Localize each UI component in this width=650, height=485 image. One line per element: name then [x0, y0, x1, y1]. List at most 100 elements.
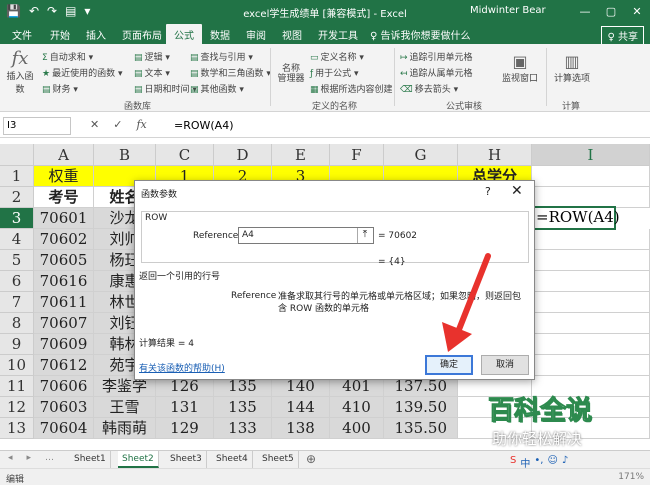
cell-a7[interactable]: 70611 — [34, 292, 94, 313]
cell-e13[interactable]: 138 — [272, 418, 330, 439]
tab-data[interactable]: 数据 — [210, 27, 230, 42]
sheet-tab-4[interactable]: Sheet4 — [212, 451, 253, 468]
cell-b13[interactable]: 韩雨萌 — [94, 418, 156, 439]
row-header[interactable]: 11 — [0, 376, 34, 397]
tab-file[interactable]: 文件 — [12, 27, 32, 42]
math-button[interactable]: ▤ 数学和三角函数 ▾ — [190, 66, 271, 79]
cell-a2[interactable]: 考号 — [34, 187, 94, 208]
watch-window-button[interactable]: ▣ 监视窗口 — [500, 52, 540, 84]
cell-i9[interactable] — [532, 334, 650, 355]
close-icon[interactable]: ✕ — [511, 183, 523, 199]
name-manager-button[interactable]: 名称 管理器 — [276, 54, 306, 84]
cell-a9[interactable]: 70609 — [34, 334, 94, 355]
row-header[interactable]: 10 — [0, 355, 34, 376]
reference-input[interactable]: A4 — [238, 227, 374, 244]
cell-c13[interactable]: 129 — [156, 418, 214, 439]
sheet-nav-arrows[interactable]: ◂▸… — [8, 453, 68, 463]
recent-functions-button[interactable]: ★ 最近使用的函数 ▾ — [42, 66, 122, 79]
fx-icon[interactable]: fx — [136, 118, 146, 131]
create-from-selection-button[interactable]: ▦ 根据所选内容创建 — [310, 82, 393, 95]
sheet-tab-3[interactable]: Sheet3 — [166, 451, 207, 468]
column-header-a[interactable]: A — [34, 144, 94, 166]
sheet-tab-2[interactable]: Sheet2 — [118, 451, 159, 468]
use-in-formula-button[interactable]: ƒ 用于公式 ▾ — [310, 66, 359, 79]
check-icon[interactable]: ✓ — [113, 118, 122, 131]
cell-a11[interactable]: 70606 — [34, 376, 94, 397]
tab-page-layout[interactable]: 页面布局 — [122, 27, 162, 42]
column-header-f[interactable]: F — [330, 144, 384, 166]
row-header[interactable]: 2 — [0, 187, 34, 208]
financial-button[interactable]: ▤ 财务 ▾ — [42, 82, 78, 95]
trace-precedents-button[interactable]: ↦ 追踪引用单元格 — [400, 50, 473, 63]
autosum-button[interactable]: Σ 自动求和 ▾ — [42, 50, 93, 63]
calc-options-button[interactable]: ▥ 计算选项 — [552, 52, 592, 84]
row-header[interactable]: 9 — [0, 334, 34, 355]
cell-c12[interactable]: 131 — [156, 397, 214, 418]
cell-g13[interactable]: 135.50 — [384, 418, 458, 439]
cell-a12[interactable]: 70603 — [34, 397, 94, 418]
sheet-tab-1[interactable]: Sheet1 — [70, 451, 111, 468]
cell-f13[interactable]: 400 — [330, 418, 384, 439]
cell-g12[interactable]: 139.50 — [384, 397, 458, 418]
column-header-h[interactable]: H — [458, 144, 532, 166]
column-header-e[interactable]: E — [272, 144, 330, 166]
restore-button[interactable]: ▢ — [598, 0, 624, 24]
user-name[interactable]: Midwinter Bear — [470, 5, 546, 16]
tab-review[interactable]: 审阅 — [246, 27, 266, 42]
tab-formulas[interactable]: 公式 — [166, 24, 202, 44]
column-header-g[interactable]: G — [384, 144, 458, 166]
datetime-button[interactable]: ▤ 日期和时间 ▾ — [134, 82, 197, 95]
row-header[interactable]: 5 — [0, 250, 34, 271]
cell-a4[interactable]: 70602 — [34, 229, 94, 250]
cell-a13[interactable]: 70604 — [34, 418, 94, 439]
cell-i5[interactable] — [532, 250, 650, 271]
cell-i8[interactable] — [532, 313, 650, 334]
row-header[interactable]: 1 — [0, 166, 34, 187]
cell-a8[interactable]: 70607 — [34, 313, 94, 334]
formula-input[interactable]: =ROW(A4) — [174, 119, 234, 132]
cell-d13[interactable]: 133 — [214, 418, 272, 439]
cell-i4[interactable] — [532, 229, 650, 250]
logical-button[interactable]: ▤ 逻辑 ▾ — [134, 50, 170, 63]
row-header[interactable]: 12 — [0, 397, 34, 418]
cell-a3[interactable]: 70601 — [34, 208, 94, 229]
tab-view[interactable]: 视图 — [282, 27, 302, 42]
column-header-b[interactable]: B — [94, 144, 156, 166]
remove-arrows-button[interactable]: ⌫ 移去箭头 ▾ — [400, 82, 458, 95]
tell-me-search[interactable]: ♀ 告诉我你想要做什么 — [370, 27, 471, 42]
text-button[interactable]: ▤ 文本 ▾ — [134, 66, 170, 79]
cell-a10[interactable]: 70612 — [34, 355, 94, 376]
cell-i10[interactable] — [532, 355, 650, 376]
cell-a1[interactable]: 权重 — [34, 166, 94, 187]
select-all-corner[interactable] — [0, 144, 34, 166]
row-header[interactable]: 13 — [0, 418, 34, 439]
cancel-button[interactable]: 取消 — [481, 355, 529, 375]
row-header[interactable]: 6 — [0, 271, 34, 292]
add-sheet-icon[interactable]: ⊕ — [306, 452, 316, 466]
tab-home[interactable]: 开始 — [50, 27, 70, 42]
tab-insert[interactable]: 插入 — [86, 27, 106, 42]
cell-f12[interactable]: 410 — [330, 397, 384, 418]
cell-i1[interactable] — [532, 166, 650, 187]
cell-d12[interactable]: 135 — [214, 397, 272, 418]
active-cell-i3[interactable]: =ROW(A4) — [532, 206, 620, 230]
cell-a6[interactable]: 70616 — [34, 271, 94, 292]
column-header-d[interactable]: D — [214, 144, 272, 166]
lookup-button[interactable]: ▤ 查找与引用 ▾ — [190, 50, 253, 63]
collapse-dialog-icon[interactable]: ⤒ — [357, 228, 372, 243]
column-header-i[interactable]: I — [532, 144, 650, 166]
tab-developer[interactable]: 开发工具 — [318, 27, 358, 42]
cell-b12[interactable]: 王雪 — [94, 397, 156, 418]
ok-button[interactable]: 确定 — [425, 355, 473, 375]
help-link[interactable]: 有关该函数的帮助(H) — [139, 361, 225, 374]
other-functions-button[interactable]: ▤ 其他函数 ▾ — [190, 82, 244, 95]
row-header[interactable]: 4 — [0, 229, 34, 250]
zoom-level[interactable]: 171% — [618, 472, 644, 482]
share-button[interactable]: ♀ 共享 — [601, 26, 644, 45]
insert-function-button[interactable]: fx 插入函数 — [4, 48, 36, 95]
sheet-tab-5[interactable]: Sheet5 — [258, 451, 299, 468]
row-header[interactable]: 3 — [0, 208, 34, 229]
define-name-button[interactable]: ▭ 定义名称 ▾ — [310, 50, 364, 63]
help-icon[interactable]: ? — [485, 185, 491, 198]
row-header[interactable]: 7 — [0, 292, 34, 313]
